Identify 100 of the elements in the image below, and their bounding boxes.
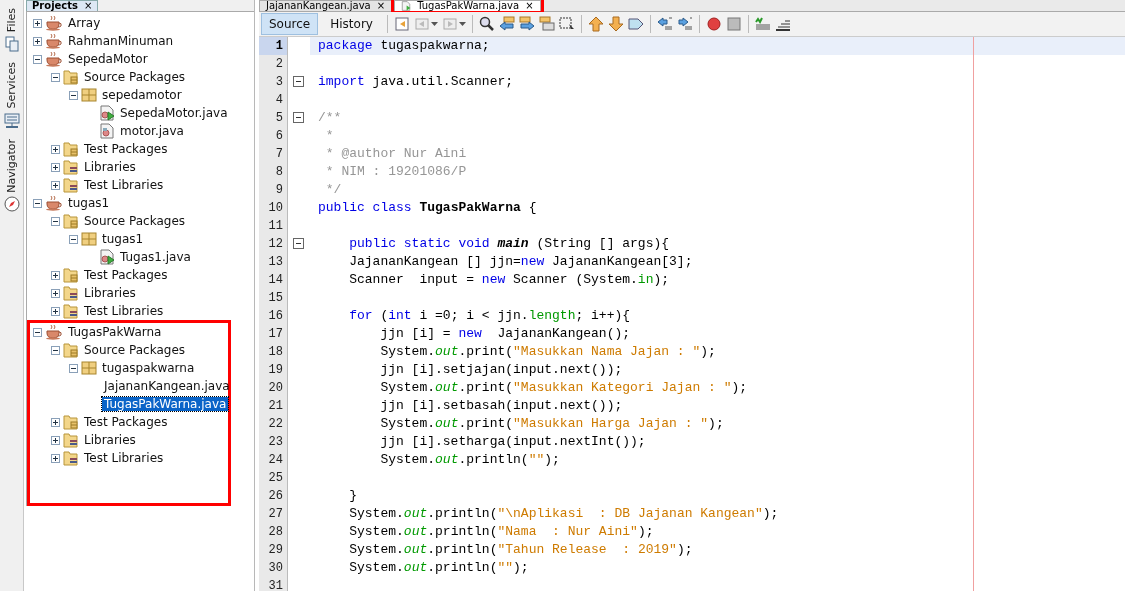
collapse-toggle[interactable]	[69, 234, 78, 244]
server-icon	[3, 112, 20, 129]
collapse-toggle[interactable]	[33, 327, 42, 337]
tree-item[interactable]: Libraries	[82, 433, 138, 447]
side-tab[interactable]: Navigator	[5, 138, 18, 193]
fold-toggle-icon[interactable]	[293, 112, 304, 123]
tree-item[interactable]: RahmanMinuman	[66, 34, 176, 48]
expand-toggle[interactable]	[51, 453, 60, 463]
tree-item[interactable]: Test Libraries	[82, 451, 166, 465]
arrow-down-icon[interactable]	[607, 16, 624, 32]
tree-item[interactable]: Tugas1.java	[118, 250, 193, 264]
tree-item[interactable]: SepedaMotor.java	[118, 106, 230, 120]
fold-toggle-icon[interactable]	[293, 238, 304, 249]
caret-icon[interactable]	[430, 22, 438, 26]
code-line: System.out.print("Masukkan Nama Jajan : ");	[379, 343, 717, 361]
expand-toggle[interactable]	[51, 270, 60, 280]
line-number: 15	[267, 290, 284, 307]
tree-item[interactable]: TugasPakWarna.java	[102, 397, 229, 411]
code-line: *	[324, 127, 335, 145]
side-tab[interactable]: Files	[5, 8, 18, 33]
panel-title: Projects	[32, 1, 78, 11]
line-number: 8	[274, 164, 284, 181]
tree-item[interactable]: Libraries	[82, 160, 138, 174]
code-line: }	[348, 487, 358, 505]
tree-item[interactable]: Test Packages	[82, 268, 170, 282]
tree-item[interactable]: tugas1	[100, 232, 146, 246]
code-line: for (int i =0; i < jjn.length; i++){	[348, 307, 632, 325]
package-folder-icon	[63, 141, 79, 157]
tree-item[interactable]: Test Libraries	[82, 178, 166, 192]
search-icon[interactable]	[478, 16, 495, 32]
line-number: 18	[267, 344, 284, 361]
editor-tab[interactable]: JajananKangean.java ×	[259, 0, 393, 11]
stop-icon[interactable]	[725, 16, 742, 32]
editor-tab[interactable]: TugasPakWarna.java ×	[394, 0, 541, 11]
expand-toggle[interactable]	[51, 180, 60, 190]
library-folder-icon	[63, 432, 79, 448]
arrow-up-icon[interactable]	[587, 16, 604, 32]
collapse-toggle[interactable]	[69, 90, 78, 100]
expand-toggle[interactable]	[33, 18, 42, 28]
view-tab[interactable]: History	[322, 13, 381, 35]
panel-tab[interactable]: Projects ×	[26, 0, 99, 11]
code-line: jjn [i].setjajan(input.next());	[379, 361, 624, 379]
code-line: System.out.println("");	[379, 451, 561, 469]
tab-title: JajananKangean.java	[266, 1, 371, 11]
view-tab[interactable]: Source	[261, 13, 319, 35]
library-folder-icon	[63, 285, 79, 301]
package-icon	[81, 231, 97, 247]
line-number: 26	[267, 488, 284, 505]
tag-icon[interactable]	[627, 16, 644, 32]
tree-item[interactable]: SepedaMotor	[66, 52, 150, 66]
tree-item[interactable]: Array	[66, 16, 103, 30]
tree-item[interactable]: Test Libraries	[82, 304, 166, 318]
line-number: 3	[274, 74, 284, 91]
check-lines-icon[interactable]	[754, 16, 771, 32]
expand-toggle[interactable]	[33, 36, 42, 46]
record-icon[interactable]	[705, 16, 722, 32]
shift-right-icon[interactable]	[676, 16, 693, 32]
tree-item[interactable]: tugas1	[66, 196, 112, 210]
fold-toggle-icon[interactable]	[293, 76, 304, 87]
tree-item[interactable]: TugasPakWarna	[66, 325, 164, 339]
arrow-right-icon[interactable]	[518, 16, 535, 32]
expand-toggle[interactable]	[51, 144, 60, 154]
tree-item[interactable]: Source Packages	[82, 214, 188, 228]
tree-item[interactable]: Libraries	[82, 286, 138, 300]
close-icon[interactable]: ×	[84, 1, 93, 11]
tree-item[interactable]: Test Packages	[82, 142, 170, 156]
arrow-left-icon[interactable]	[498, 16, 515, 32]
coffee-cup-icon	[45, 324, 63, 340]
collapse-toggle[interactable]	[51, 72, 60, 82]
tree-item[interactable]: Source Packages	[82, 70, 188, 84]
collapse-toggle[interactable]	[51, 216, 60, 226]
shift-left-icon[interactable]	[656, 16, 673, 32]
line-number: 25	[267, 470, 284, 487]
tree-item[interactable]: motor.java	[118, 124, 186, 138]
expand-toggle[interactable]	[51, 162, 60, 172]
stacked-boxes-icon[interactable]	[538, 16, 555, 32]
package-folder-icon	[63, 213, 79, 229]
expand-toggle[interactable]	[51, 288, 60, 298]
package-folder-icon	[63, 69, 79, 85]
close-icon[interactable]: ×	[525, 1, 534, 11]
selection-icon[interactable]	[558, 16, 575, 32]
caret-icon[interactable]	[458, 22, 466, 26]
tree-item[interactable]: tugaspakwarna	[100, 361, 197, 375]
package-icon	[81, 360, 97, 376]
close-icon[interactable]: ×	[376, 1, 386, 11]
collapse-toggle[interactable]	[33, 54, 42, 64]
expand-toggle[interactable]	[51, 306, 60, 316]
side-tab[interactable]: Services	[5, 62, 18, 109]
tree-item[interactable]: sepedamotor	[100, 88, 184, 102]
code-line: System.out.println("\nAplikasi : DB Jajanan Kangean");	[348, 505, 780, 523]
expand-toggle[interactable]	[51, 417, 60, 427]
library-folder-icon	[63, 159, 79, 175]
expand-toggle[interactable]	[51, 435, 60, 445]
collapse-toggle[interactable]	[69, 363, 78, 373]
collapse-toggle[interactable]	[33, 198, 42, 208]
tree-item[interactable]: Test Packages	[82, 415, 170, 429]
line-number: 12	[267, 236, 284, 253]
line-number: 17	[267, 326, 284, 343]
tree-item[interactable]: Source Packages	[82, 343, 188, 357]
collapse-toggle[interactable]	[51, 345, 60, 355]
